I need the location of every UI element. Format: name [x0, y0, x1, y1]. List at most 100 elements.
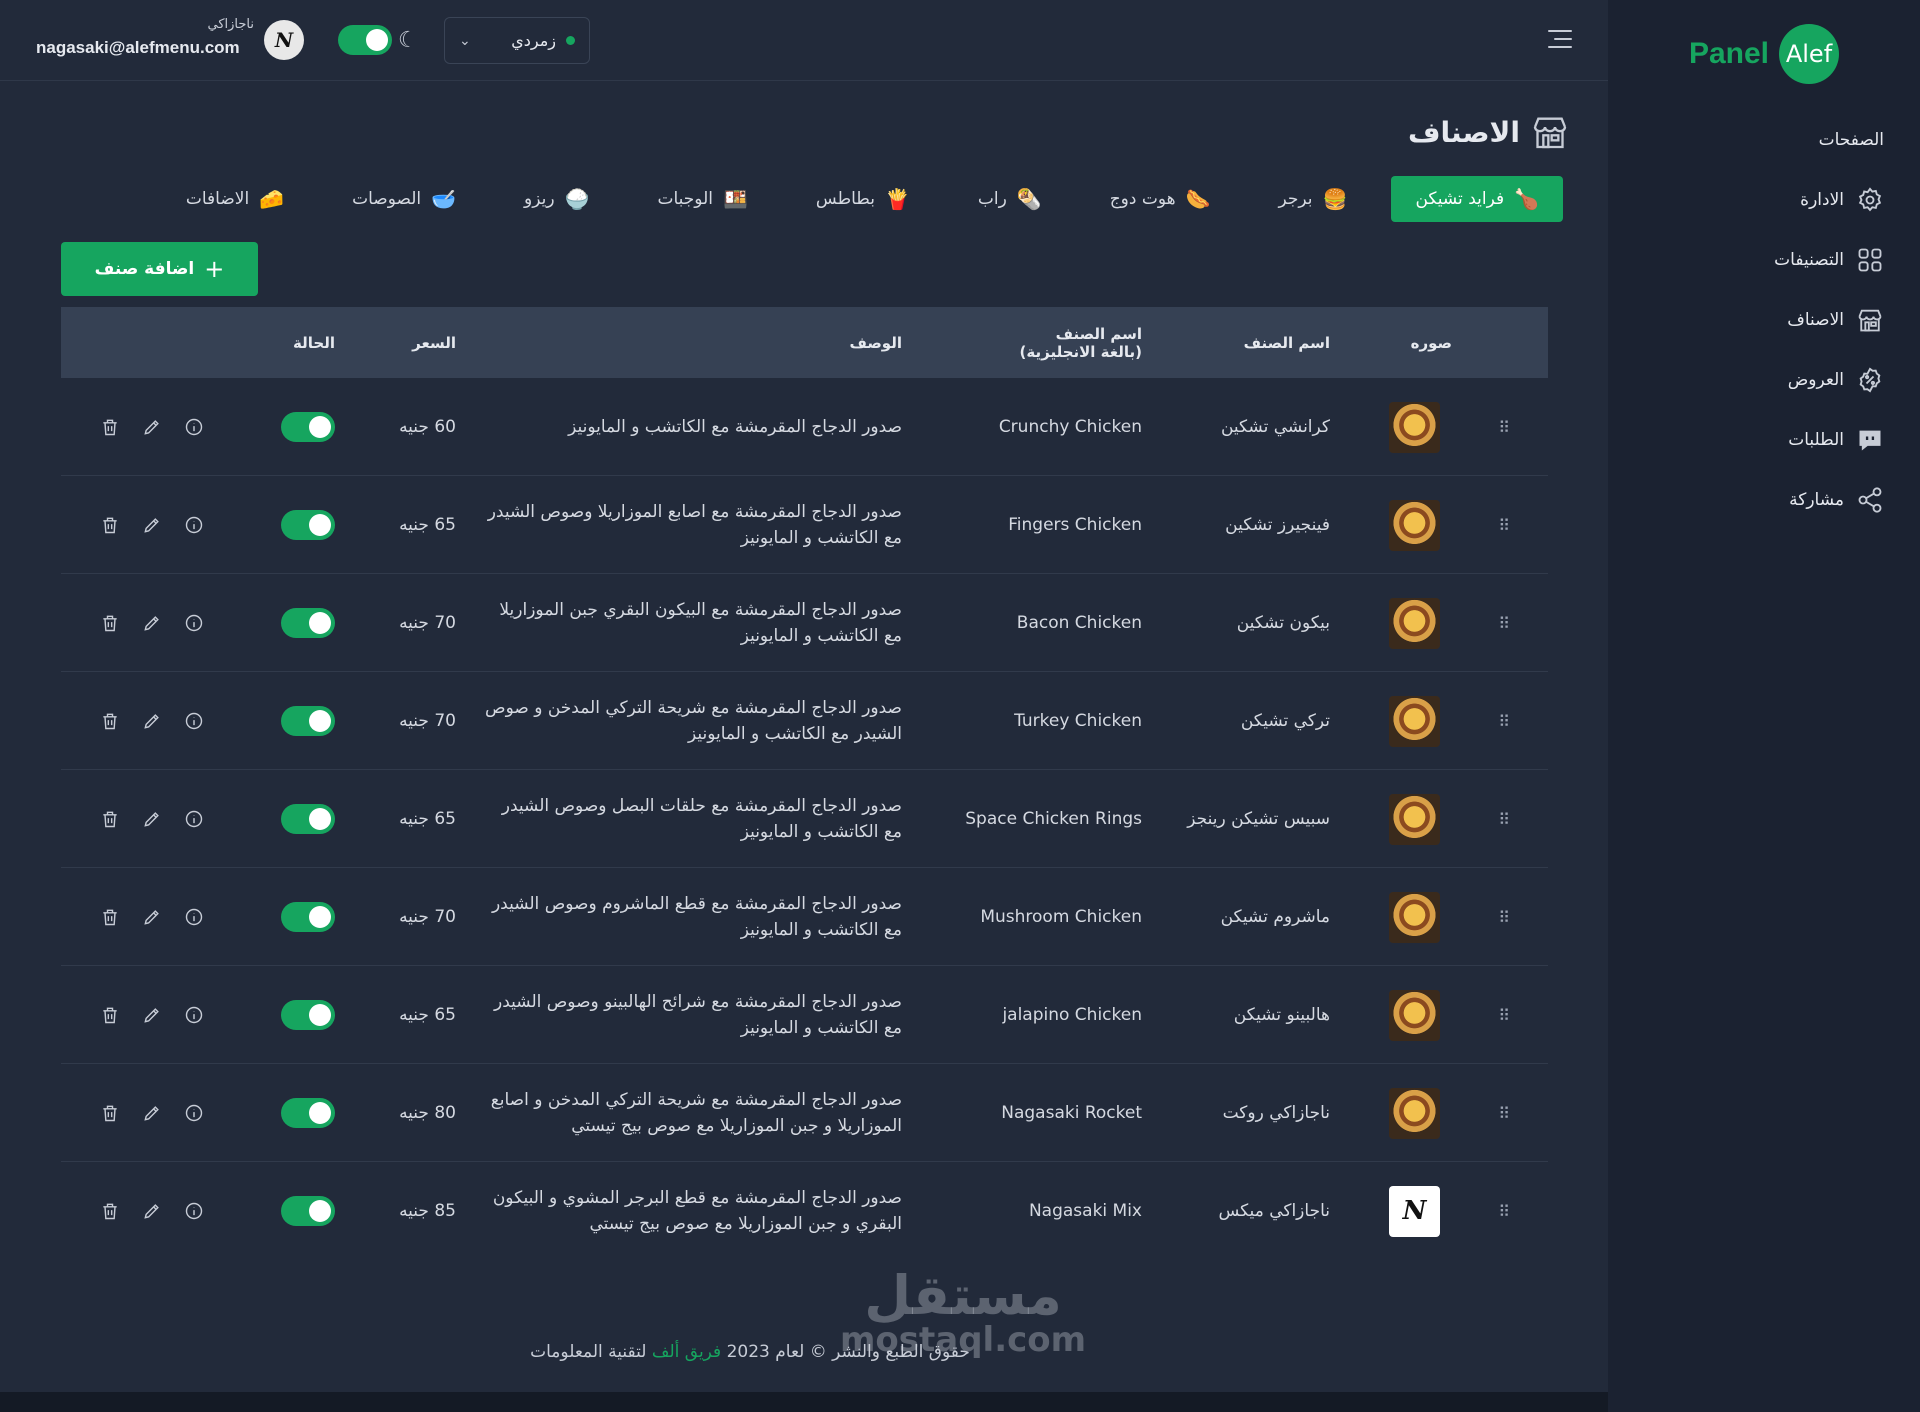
- tab-label: برجر: [1278, 189, 1313, 209]
- delete-icon[interactable]: [99, 1200, 121, 1222]
- tab-rizo[interactable]: 🍚 ريزو: [500, 176, 613, 222]
- drag-handle-icon[interactable]: ⠿: [1498, 966, 1510, 1064]
- tab-burger[interactable]: 🍔 برجر: [1255, 176, 1372, 222]
- edit-icon[interactable]: [141, 710, 163, 732]
- tab-label: الاضافات: [185, 189, 250, 209]
- drag-handle-icon[interactable]: ⠿: [1498, 1162, 1510, 1260]
- theme-select[interactable]: زمردي ⌄: [444, 17, 590, 64]
- status-toggle-wrap: [281, 1162, 335, 1260]
- info-icon[interactable]: [183, 710, 205, 732]
- drag-handle-icon[interactable]: ⠿: [1498, 574, 1510, 672]
- info-icon[interactable]: [183, 1004, 205, 1026]
- item-name-en: Mushroom Chicken: [980, 907, 1142, 927]
- edit-icon[interactable]: [141, 612, 163, 634]
- tab-label: الوجبات: [657, 189, 713, 209]
- info-icon[interactable]: [183, 808, 205, 830]
- delete-icon[interactable]: [99, 906, 121, 928]
- item-image: [1389, 868, 1440, 966]
- menu-toggle-icon[interactable]: [1548, 30, 1572, 54]
- sidebar-item-categories[interactable]: التصنيفات: [1774, 230, 1884, 290]
- sidebar-item-label: التصنيفات: [1774, 250, 1844, 270]
- info-icon[interactable]: [183, 416, 205, 438]
- status-toggle[interactable]: [281, 706, 335, 736]
- info-icon[interactable]: [183, 612, 205, 634]
- footer-copyright: حقوق الطبع والنشر © لعام 2023: [726, 1342, 970, 1362]
- drag-handle-icon[interactable]: ⠿: [1498, 672, 1510, 770]
- user-email: nagasaki@alefmenu.com: [36, 38, 240, 57]
- add-item-button[interactable]: + اضافة صنف: [61, 242, 258, 296]
- item-name-en: Space Chicken Rings: [965, 809, 1142, 829]
- delete-icon[interactable]: [99, 1102, 121, 1124]
- item-description: صدور الدجاج المقرمشة مع الكاتشب و المايو…: [568, 417, 902, 437]
- drag-handle-icon[interactable]: ⠿: [1498, 378, 1510, 476]
- status-toggle[interactable]: [281, 902, 335, 932]
- table-row: ⠿ تركي تشيكن Turkey Chicken صدور الدجاج …: [61, 672, 1548, 770]
- row-actions: [99, 476, 205, 574]
- status-toggle[interactable]: [281, 510, 335, 540]
- drag-handle-icon[interactable]: ⠿: [1498, 770, 1510, 868]
- item-image: [1389, 672, 1440, 770]
- sidebar-item-offers[interactable]: العروض: [1774, 350, 1884, 410]
- tab-sauces[interactable]: 🥣 الصوصات: [328, 176, 480, 222]
- edit-icon[interactable]: [141, 514, 163, 536]
- status-toggle[interactable]: [281, 1098, 335, 1128]
- drag-handle-icon[interactable]: ⠿: [1498, 476, 1510, 574]
- sidebar-item-items[interactable]: الاصناف: [1774, 290, 1884, 350]
- item-description: صدور الدجاج المقرمشة مع شريحة التركي الم…: [490, 1090, 902, 1136]
- drag-handle-icon[interactable]: ⠿: [1498, 1064, 1510, 1162]
- status-toggle[interactable]: [281, 608, 335, 638]
- tab-fried-chicken[interactable]: 🍗 فرايد تشيكن: [1391, 176, 1563, 222]
- info-icon[interactable]: [183, 906, 205, 928]
- item-name: هالبينو تشيكن: [1233, 1005, 1330, 1025]
- tab-label: بطاطس: [815, 189, 875, 209]
- dark-mode-toggle[interactable]: [338, 25, 392, 55]
- table-row: ⠿ بيكون تشكين Bacon Chicken صدور الدجاج …: [61, 574, 1548, 672]
- sidebar-item-share[interactable]: مشاركة: [1774, 470, 1884, 530]
- delete-icon[interactable]: [99, 514, 121, 536]
- tab-fries[interactable]: 🍟 بطاطس: [792, 176, 934, 222]
- edit-icon[interactable]: [141, 906, 163, 928]
- delete-icon[interactable]: [99, 808, 121, 830]
- delete-icon[interactable]: [99, 710, 121, 732]
- delete-icon[interactable]: [99, 1004, 121, 1026]
- header-image: صوره: [1410, 333, 1452, 352]
- info-icon[interactable]: [183, 1200, 205, 1222]
- info-icon[interactable]: [183, 1102, 205, 1124]
- delete-icon[interactable]: [99, 612, 121, 634]
- logo-text: Panel: [1688, 37, 1769, 70]
- info-icon[interactable]: [183, 514, 205, 536]
- row-actions: [99, 378, 205, 476]
- sidebar-item-label: الطلبات: [1788, 430, 1844, 450]
- status-toggle[interactable]: [281, 412, 335, 442]
- edit-icon[interactable]: [141, 1004, 163, 1026]
- edit-icon[interactable]: [141, 808, 163, 830]
- category-tabs: 🍗 فرايد تشيكن 🍔 برجر 🌭 هوت دوج 🌯 راب 🍟 بطاطس …: [162, 176, 1563, 222]
- status-toggle[interactable]: [281, 1000, 335, 1030]
- footer-team-link[interactable]: فريق ألف: [652, 1342, 721, 1362]
- tab-addons[interactable]: 🧀 الاضافات: [162, 176, 308, 222]
- edit-icon[interactable]: [141, 416, 163, 438]
- tab-meals[interactable]: 🍱 الوجبات: [633, 176, 771, 222]
- header-name-en: اسم الصنف (بالغة الانجليزية): [1019, 324, 1142, 361]
- sidebar-item-management[interactable]: الادارة: [1774, 170, 1884, 230]
- burger-icon: 🍔: [1322, 187, 1348, 211]
- drag-handle-icon[interactable]: ⠿: [1498, 868, 1510, 966]
- app-logo[interactable]: Alef Panel: [1689, 24, 1839, 84]
- watermark-arabic: مستقل: [864, 1264, 1062, 1327]
- edit-icon[interactable]: [141, 1102, 163, 1124]
- tab-label: فرايد تشيكن: [1415, 189, 1505, 209]
- edit-icon[interactable]: [141, 1200, 163, 1222]
- tab-hot-dog[interactable]: 🌭 هوت دوج: [1086, 176, 1235, 222]
- item-name: سبيس تشيكن رينجز: [1187, 809, 1330, 829]
- item-name: ماشروم تشيكن: [1220, 907, 1330, 927]
- status-toggle[interactable]: [281, 1196, 335, 1226]
- hot-dog-icon: 🌭: [1185, 187, 1211, 211]
- delete-icon[interactable]: [99, 416, 121, 438]
- row-actions: [99, 672, 205, 770]
- tab-wrap[interactable]: 🌯 راب: [954, 176, 1066, 222]
- status-toggle[interactable]: [281, 804, 335, 834]
- avatar[interactable]: N: [264, 20, 304, 60]
- item-name-en: Crunchy Chicken: [998, 417, 1142, 437]
- sidebar-item-orders[interactable]: الطلبات: [1774, 410, 1884, 470]
- table-row: ⠿ فينجيرز تشكين Fingers Chicken صدور الد…: [61, 476, 1548, 574]
